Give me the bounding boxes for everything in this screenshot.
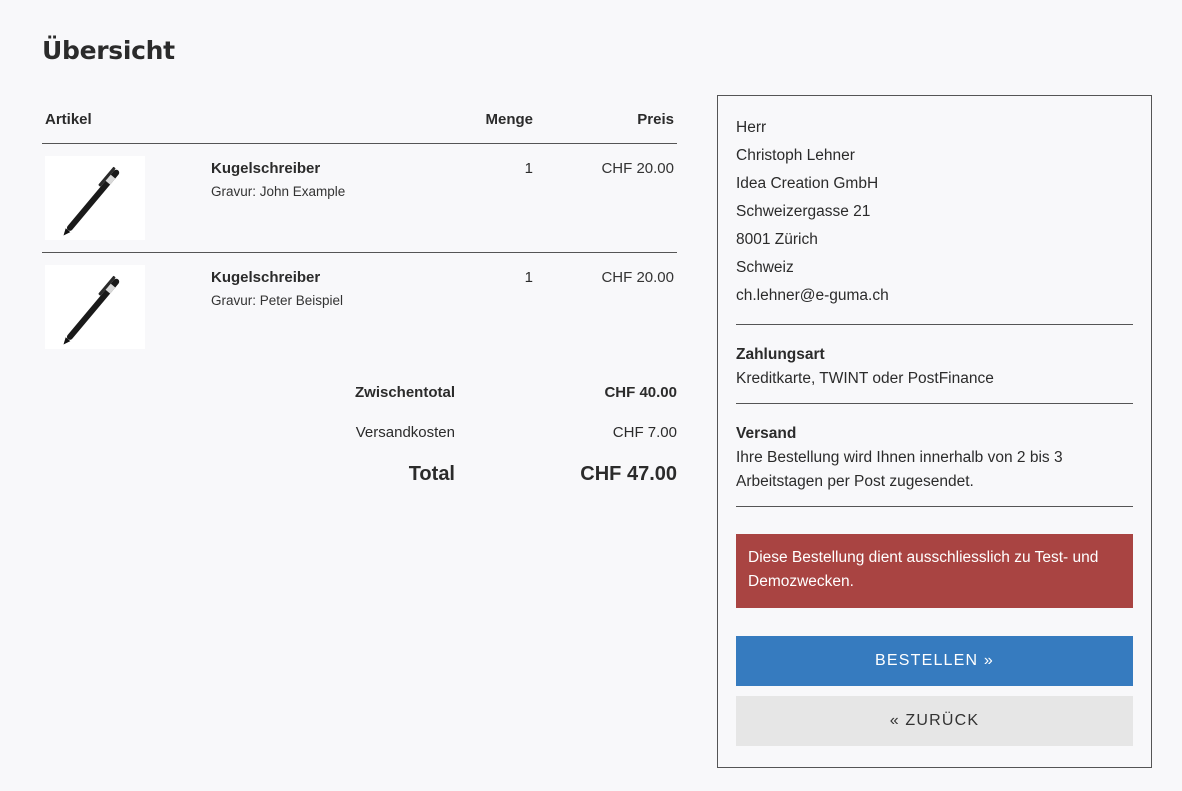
item-quantity: 1 <box>524 269 533 286</box>
address-company: Idea Creation GmbH <box>736 175 879 192</box>
order-totals: Zwischentotal CHF 40.00 Versandkosten CH… <box>42 380 677 512</box>
payment-method-section: Zahlungsart Kreditkarte, TWINT oder Post… <box>736 325 1133 404</box>
column-header-article: Artikel <box>45 111 92 128</box>
order-table: Artikel Menge Preis Kugelschreiber Gravu… <box>42 96 677 362</box>
shipping-heading: Versand <box>736 425 797 442</box>
address-email: ch.lehner@e-guma.ch <box>736 287 889 304</box>
shipping-cost-row: Versandkosten CHF 7.00 <box>42 420 677 460</box>
column-header-quantity: Menge <box>485 111 533 128</box>
total-label: Total <box>408 463 455 485</box>
item-price: CHF 20.00 <box>601 160 674 177</box>
page-title: Übersicht <box>42 36 175 65</box>
order-button[interactable]: BESTELLEN » <box>736 636 1133 686</box>
billing-address: Herr Christoph Lehner Idea Creation GmbH… <box>736 96 1133 325</box>
back-button[interactable]: « ZURÜCK <box>736 696 1133 746</box>
table-row: Kugelschreiber Gravur: John Example 1 CH… <box>42 144 677 253</box>
order-summary-panel: Herr Christoph Lehner Idea Creation GmbH… <box>717 95 1152 768</box>
address-city: 8001 Zürich <box>736 231 818 248</box>
shipping-cost-value: CHF 7.00 <box>612 424 677 441</box>
subtotal-row: Zwischentotal CHF 40.00 <box>42 380 677 420</box>
payment-method-heading: Zahlungsart <box>736 346 825 363</box>
item-name: Kugelschreiber <box>211 269 321 286</box>
total-value: CHF 47.00 <box>580 463 677 485</box>
item-quantity: 1 <box>524 160 533 177</box>
total-row: Total CHF 47.00 <box>42 460 677 512</box>
address-salutation: Herr <box>736 119 767 136</box>
address-name: Christoph Lehner <box>736 147 855 164</box>
address-country: Schweiz <box>736 259 794 276</box>
shipping-text: Ihre Bestellung wird Ihnen innerhalb von… <box>736 449 1063 490</box>
subtotal-value: CHF 40.00 <box>604 384 677 401</box>
item-engraving: Gravur: John Example <box>211 184 346 199</box>
shipping-cost-label: Versandkosten <box>355 424 455 441</box>
pen-image <box>45 156 145 240</box>
item-name: Kugelschreiber <box>211 160 321 177</box>
item-engraving: Gravur: Peter Beispiel <box>211 293 344 308</box>
subtotal-label: Zwischentotal <box>354 384 455 401</box>
address-street: Schweizergasse 21 <box>736 203 871 220</box>
order-table-header: Artikel Menge Preis <box>42 96 677 144</box>
item-price: CHF 20.00 <box>601 269 674 286</box>
table-row: Kugelschreiber Gravur: Peter Beispiel 1 … <box>42 253 677 362</box>
checkout-overview-page: Übersicht Artikel Menge Preis Kugelschre… <box>0 0 1182 791</box>
pen-image <box>45 265 145 349</box>
payment-method-text: Kreditkarte, TWINT oder PostFinance <box>736 370 994 387</box>
test-order-notice: Diese Bestellung dient ausschliesslich z… <box>736 534 1133 608</box>
shipping-section: Versand Ihre Bestellung wird Ihnen inner… <box>736 404 1133 507</box>
column-header-price: Preis <box>637 111 674 128</box>
